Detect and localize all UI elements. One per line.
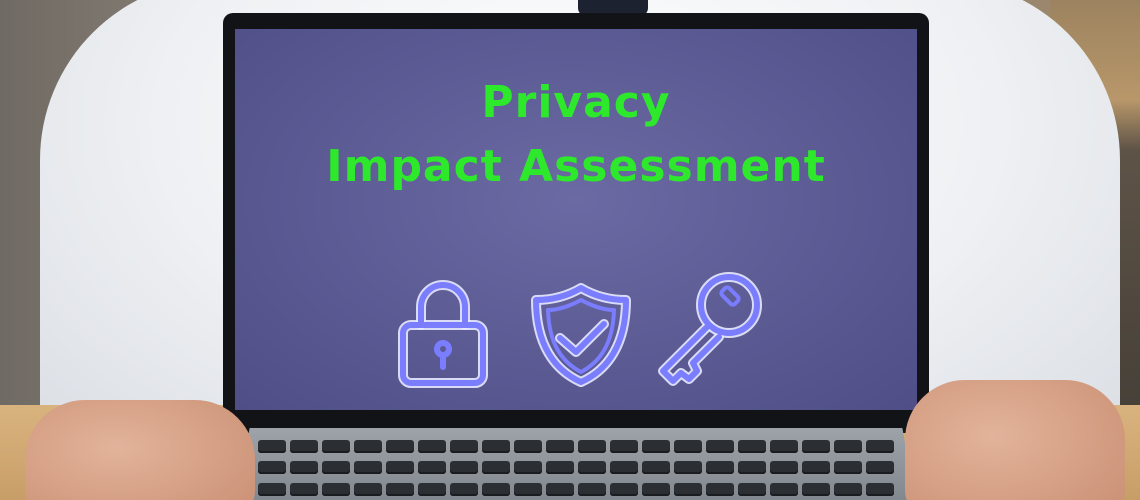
keyboard-key: [674, 482, 702, 496]
keyboard-key: [322, 440, 350, 453]
keyboard-key: [514, 482, 542, 496]
keyboard-key: [482, 440, 510, 453]
keyboard-key: [610, 440, 638, 453]
keyboard-key: [866, 440, 894, 453]
keyboard-key: [354, 461, 382, 475]
keyboard-key: [738, 461, 766, 475]
keyboard-key: [386, 461, 414, 475]
keyboard-key: [322, 461, 350, 475]
keyboard-key: [322, 482, 350, 496]
keyboard-key: [738, 440, 766, 453]
keyboard-key: [706, 461, 734, 475]
keyboard-key: [834, 482, 862, 496]
keyboard-key: [642, 482, 670, 496]
keyboard-key: [450, 482, 478, 496]
keyboard-key: [354, 440, 382, 453]
keyboard-key: [706, 440, 734, 453]
keyboard-key: [418, 440, 446, 453]
keyboard-key: [546, 440, 574, 453]
keyboard-key: [546, 461, 574, 475]
keyboard-key: [258, 482, 286, 496]
keyboard-key: [866, 482, 894, 496]
keyboard-key: [578, 482, 606, 496]
keyboard-key: [290, 461, 318, 475]
keyboard-key: [642, 440, 670, 453]
keyboard-key: [834, 461, 862, 475]
left-hand: [25, 400, 255, 500]
screen-title-line2: Impact Assessment: [326, 141, 826, 192]
photo-scene: Privacy Impact Assessment: [0, 0, 1140, 500]
keyboard-key: [418, 482, 446, 496]
keyboard-key: [674, 440, 702, 453]
keyboard-key: [290, 482, 318, 496]
keyboard-key: [482, 482, 510, 496]
keyboard-key: [482, 461, 510, 475]
keyboard-key: [834, 440, 862, 453]
keyboard-key: [514, 440, 542, 453]
keyboard-key: [546, 482, 574, 496]
keyboard-key: [770, 461, 798, 475]
keyboard-key: [802, 440, 830, 453]
keyboard-key: [450, 461, 478, 475]
keyboard-key: [802, 482, 830, 496]
keyboard-key: [610, 461, 638, 475]
keyboard-key: [802, 461, 830, 475]
keyboard-key: [290, 440, 318, 453]
keyboard-key: [418, 461, 446, 475]
keyboard-key: [386, 440, 414, 453]
keyboard-key: [642, 461, 670, 475]
lock-icon: [395, 277, 491, 393]
shield-check-icon: [528, 282, 634, 392]
keyboard-key: [866, 461, 894, 475]
keyboard-key: [578, 461, 606, 475]
screen-title-line1: Privacy: [481, 77, 671, 128]
keyboard: [258, 440, 894, 500]
keyboard-key: [706, 482, 734, 496]
keyboard-key: [386, 482, 414, 496]
right-hand: [905, 380, 1125, 500]
keyboard-key: [738, 482, 766, 496]
keyboard-key: [514, 461, 542, 475]
key-icon: [653, 269, 765, 391]
keyboard-key: [258, 461, 286, 475]
keyboard-key: [354, 482, 382, 496]
laptop-screen: Privacy Impact Assessment: [235, 29, 917, 410]
keyboard-key: [450, 440, 478, 453]
keyboard-key: [770, 482, 798, 496]
keyboard-key: [258, 440, 286, 453]
keyboard-key: [610, 482, 638, 496]
keyboard-key: [770, 440, 798, 453]
keyboard-key: [578, 440, 606, 453]
keyboard-key: [674, 461, 702, 475]
